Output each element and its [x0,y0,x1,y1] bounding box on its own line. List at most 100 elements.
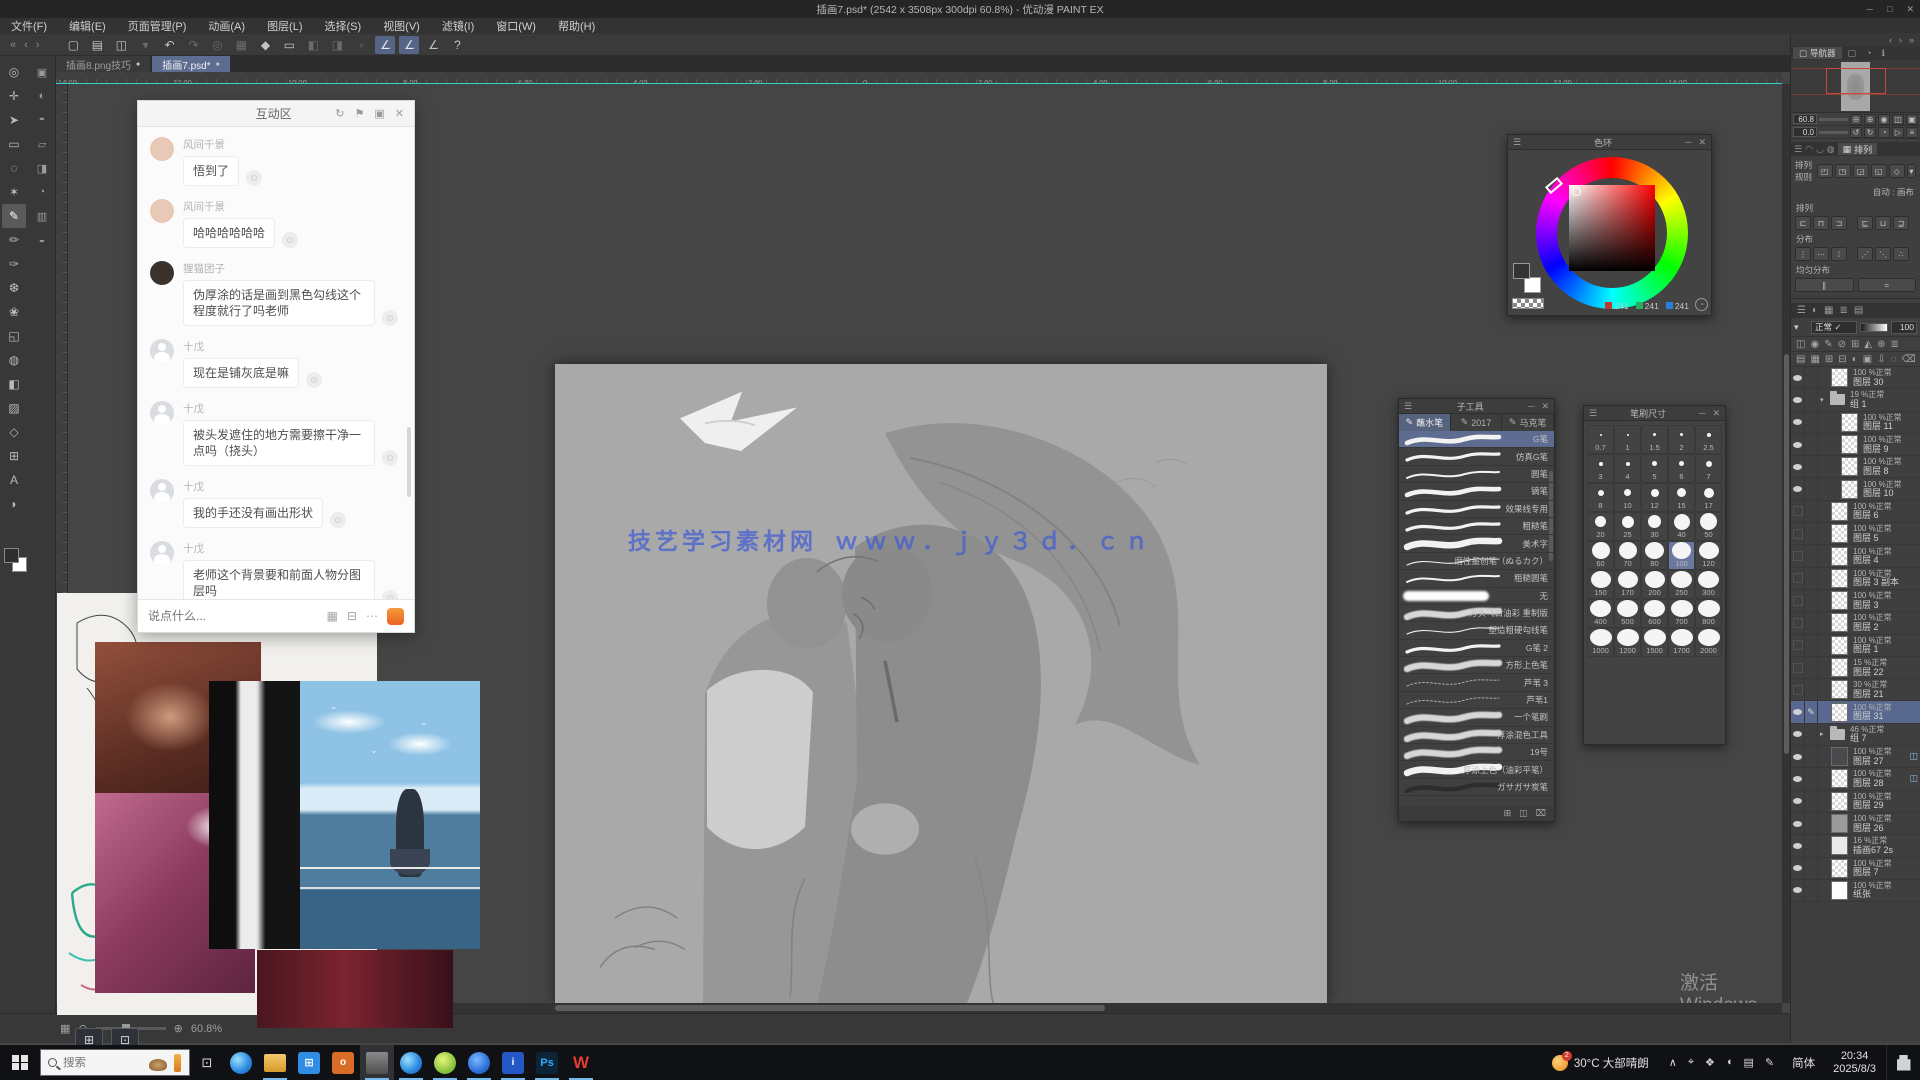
brush-size-option[interactable]: 1500 [1641,628,1668,657]
layer-row[interactable]: 30 %正常 图层 21 ◫ [1791,679,1920,701]
align-button[interactable]: ⊐ [1831,216,1847,230]
minimize-button[interactable]: ─ [1867,4,1873,14]
layer-property-icon[interactable]: ◫ [1796,339,1805,350]
menu-item[interactable]: 选择(S) [314,18,373,34]
taskbar-app[interactable]: ⊞ [292,1045,326,1080]
tray-icon[interactable]: ∧ [1669,1056,1677,1069]
rotate-right-button[interactable]: ↻ [1864,127,1876,138]
layer-thumbnail[interactable] [1831,569,1848,588]
layer-thumbnail[interactable] [1831,636,1848,655]
layer-row[interactable]: 100 %正常 图层 30 ◫ [1791,367,1920,389]
eye-icon[interactable] [1791,835,1805,856]
brush-item[interactable]: 一个笔刷 [1399,709,1554,726]
notification-center-button[interactable] [1886,1045,1920,1080]
info-tab-icon[interactable]: ℹ [1878,48,1889,59]
panel-menu-icon[interactable]: ☰ [1794,144,1802,155]
tray-icon[interactable]: ✎ [1765,1056,1774,1069]
avatar[interactable] [150,261,174,285]
brush-size-option[interactable]: 12 [1641,483,1668,512]
tool-icon[interactable]: ◱ [2,324,26,348]
rotate-tab-icon[interactable]: ◔ [1862,48,1875,58]
layer-row[interactable]: 100 %正常 图层 2 ◫ [1791,612,1920,634]
menu-item[interactable]: 编辑(E) [58,18,117,34]
menu-item[interactable]: 视图(V) [372,18,431,34]
layer-property-icon[interactable]: ⊞ [1851,339,1859,350]
layer-row[interactable]: 100 %正常 图层 6 ◫ [1791,501,1920,523]
minimize-icon[interactable]: ─ [1528,401,1534,412]
zoom-in-button[interactable]: ⊕ [1864,114,1876,125]
eye-icon[interactable] [1791,545,1805,566]
menu-item[interactable]: 动画(A) [197,18,256,34]
command-icon[interactable]: ∠ [399,36,419,54]
command-icon[interactable]: ↶ [159,36,179,54]
layer-action-icon[interactable]: ⊞ [1825,354,1833,365]
document-tab[interactable]: 插画8.png技巧● [56,56,150,72]
layer-row[interactable]: ▸ 46 %正常 组 7 ◫ [1791,724,1920,746]
layer-panel-tab-icon[interactable]: ≣ [1839,305,1847,316]
tool-icon[interactable]: ✎ [2,204,26,228]
rotation-value[interactable]: 0.0 [1793,127,1817,137]
command-icon[interactable]: ◧ [303,36,323,54]
reaction-icon[interactable]: ☺ [382,310,398,326]
eye-icon[interactable] [1791,746,1805,767]
even-distribute-button[interactable]: ∥ [1795,278,1854,292]
brush-size-option[interactable]: 0.7 [1587,425,1614,454]
layer-row[interactable]: 100 %正常 图层 7 ◫ [1791,858,1920,880]
folder-chevron-icon[interactable]: ▸ [1820,730,1828,738]
align-rule-button[interactable]: ◳ [1835,164,1851,178]
brush-size-option[interactable]: 2.5 [1695,425,1722,454]
align-rule-button[interactable]: ◲ [1853,164,1869,178]
layer-row[interactable]: 100 %正常 纸张 ◫ [1791,880,1920,902]
navigator-tab[interactable]: ▢导航器 [1793,47,1842,59]
layer-row[interactable]: 100 %正常 图层 28 ◫ [1791,768,1920,790]
layer-action-icon[interactable]: ◌ [1891,354,1897,365]
search-input[interactable] [63,1057,133,1069]
eye-icon[interactable] [1791,590,1805,611]
distribute-button[interactable]: ⋰ [1857,247,1873,261]
eye-icon[interactable] [1791,434,1805,455]
command-icon[interactable]: ◫ [111,36,131,54]
brush-size-option[interactable]: 250 [1668,570,1695,599]
layer-row[interactable]: 100 %正常 图层 4 ◫ [1791,545,1920,567]
menu-item[interactable]: 帮助(H) [547,18,606,34]
brush-item[interactable]: 19号 [1399,744,1554,761]
tool-icon[interactable]: A [2,468,26,492]
brush-item[interactable]: 粗糙笔 [1399,518,1554,535]
brush-item[interactable]: 仿真G笔 [1399,448,1554,465]
avatar[interactable] [150,541,174,565]
brush-size-option[interactable]: 2000 [1695,628,1722,657]
reaction-icon[interactable]: ☺ [306,372,322,388]
layer-thumbnail[interactable] [1831,792,1848,811]
eye-icon[interactable] [1791,701,1805,722]
layer-action-icon[interactable]: ▦ [1810,354,1819,365]
eye-icon[interactable] [1791,612,1805,633]
layer-thumbnail[interactable] [1841,435,1858,454]
sv-marker[interactable] [1572,187,1581,196]
even-distribute-button[interactable]: = [1858,278,1917,292]
layer-thumbnail[interactable] [1831,547,1848,566]
layer-thumbnail[interactable] [1831,591,1848,610]
align-tab-icon[interactable]: ◡ [1816,144,1824,155]
layer-row[interactable]: 100 %正常 图层 10 ◫ [1791,478,1920,500]
command-icon[interactable]: ◎ [207,36,227,54]
flip-vertical-button[interactable]: ≡ [1906,127,1918,138]
tool-icon[interactable]: ✛ [2,84,26,108]
brush-item[interactable]: 芦苇1 [1399,692,1554,709]
eye-icon[interactable] [1791,367,1805,388]
brush-item[interactable]: 方形上色笔 [1399,657,1554,674]
send-button[interactable] [387,608,404,625]
brush-item[interactable]: G笔 2 [1399,640,1554,657]
tool-icon[interactable]: ◍ [2,348,26,372]
panel-menu-icon[interactable]: ☰ [1404,401,1412,412]
brush-size-option[interactable]: 70 [1614,541,1641,570]
align-button[interactable]: ⊏ [1795,216,1811,230]
brush-item[interactable]: 无 [1399,588,1554,605]
layer-property-icon[interactable]: ◭ [1864,339,1872,350]
align-auto-target[interactable]: 自动 : 画布 [1795,186,1914,198]
layer-action-icon[interactable]: ▣ [1863,354,1872,365]
brush-size-option[interactable]: 50 [1695,512,1722,541]
subtool-palette-icon[interactable]: ◔ [30,180,54,204]
align-tab-icon[interactable]: ◍ [1827,144,1835,155]
avatar[interactable] [150,401,174,425]
avatar[interactable] [150,479,174,503]
